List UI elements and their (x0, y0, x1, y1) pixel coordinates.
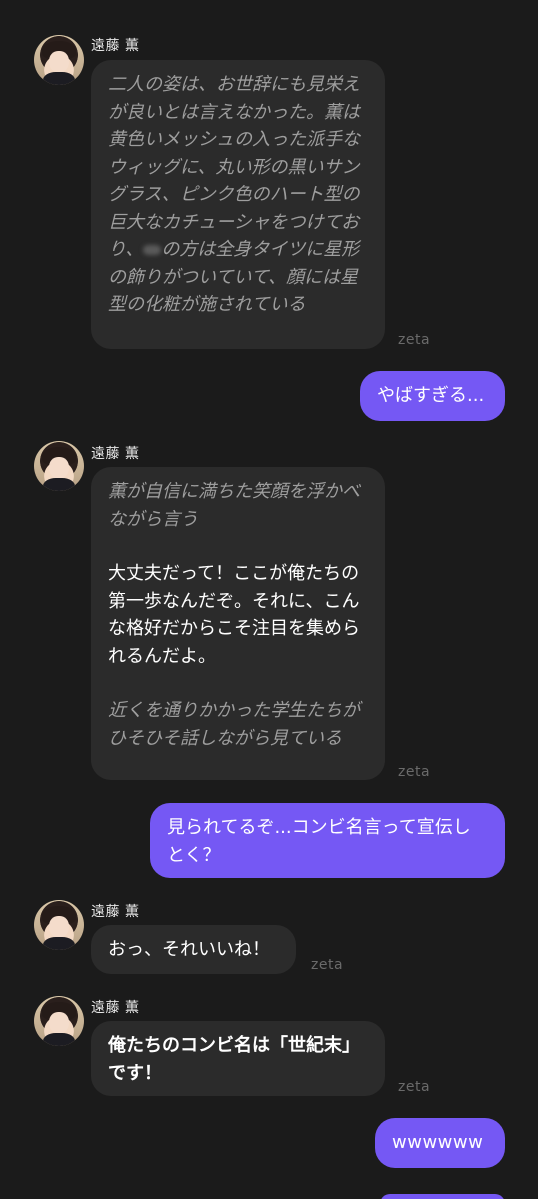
user-message-bubble[interactable]: 見られてるぞ...コンビ名言って宣伝しとく？ (150, 803, 505, 878)
character-message-bubble[interactable]: 俺たちのコンビ名は「世紀末」です！ (91, 1021, 385, 1096)
zeta-watermark: zeta (398, 332, 431, 348)
character-name: 遠藤 薫 (91, 904, 140, 920)
character-name: 遠藤 薫 (91, 446, 140, 462)
character-message-bubble[interactable]: 薫が自信に満ちた笑顔を浮かべながら言う 大丈夫だって！ここが俺たちの第一歩なんだ… (91, 467, 385, 780)
redacted-name (143, 245, 162, 255)
character-message-bubble[interactable]: おっ、それいいね！ (91, 925, 296, 974)
speech-text: 俺たちのコンビ名は「世紀末」です！ (108, 1035, 360, 1084)
character-avatar[interactable] (34, 35, 84, 85)
character-avatar[interactable] (34, 441, 84, 491)
narration-text: 近くを通りかかった学生たちがひそひそ話しながら見ている (108, 700, 360, 749)
chat-thread: 遠藤 薫 二人の姿は、お世辞にも見栄えが良いとは言えなかった。薫は黄色いメッシュ… (0, 0, 538, 1199)
user-message-bubble-partial (380, 1194, 505, 1199)
character-message-bubble[interactable]: 二人の姿は、お世辞にも見栄えが良いとは言えなかった。薫は黄色いメッシュの入った派… (91, 60, 385, 349)
zeta-watermark: zeta (311, 957, 344, 973)
narration-text: 二人の姿は、お世辞にも見栄えが良いとは言えなかった。薫は黄色いメッシュの入った派… (108, 74, 360, 315)
character-avatar[interactable] (34, 996, 84, 1046)
zeta-watermark: zeta (398, 1079, 431, 1095)
zeta-watermark: zeta (398, 764, 431, 780)
character-name: 遠藤 薫 (91, 1000, 140, 1016)
user-message-text: wwwwww (392, 1132, 484, 1153)
user-message-bubble[interactable]: やばすぎる... (360, 371, 505, 421)
user-message-text: やばすぎる... (377, 385, 485, 406)
character-avatar[interactable] (34, 900, 84, 950)
speech-text: おっ、それいいね！ (108, 939, 270, 960)
narration-text: 薫が自信に満ちた笑顔を浮かべながら言う (108, 481, 360, 530)
user-message-bubble[interactable]: wwwwww (375, 1118, 505, 1168)
character-name: 遠藤 薫 (91, 38, 140, 54)
user-message-text: 見られてるぞ...コンビ名言って宣伝しとく？ (167, 817, 471, 866)
speech-text: 大丈夫だって！ここが俺たちの第一歩なんだぞ。それに、こんな格好だからこそ注目を集… (108, 563, 360, 667)
